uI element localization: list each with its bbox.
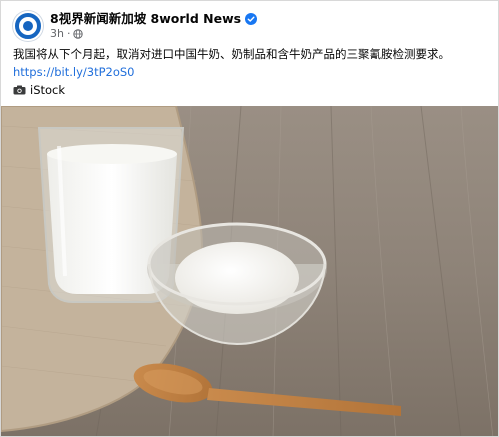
verified-badge-icon — [245, 12, 258, 25]
8world-logo-icon — [19, 17, 37, 35]
post-timestamp-row: 3h · — [50, 27, 257, 41]
camera-icon — [13, 85, 26, 95]
facebook-post: 8视界新闻新加坡 8world News 3h · 我国将从下个月起，取消对进口… — [0, 0, 499, 437]
post-header: 8视界新闻新加坡 8world News 3h · — [13, 9, 258, 43]
post-text: 我国将从下个月起，取消对进口中国牛奶、奶制品和含牛奶产品的三聚氰胺检测要求。 — [13, 47, 450, 61]
photo-credit: iStock — [13, 82, 65, 98]
post-link[interactable]: https://bit.ly/3tP2oS0 — [13, 64, 135, 80]
page-name-link[interactable]: 8视界新闻新加坡 8world News — [50, 11, 241, 26]
globe-icon[interactable] — [73, 29, 84, 39]
post-photo[interactable] — [1, 106, 498, 436]
post-meta: 8视界新闻新加坡 8world News 3h · — [50, 11, 258, 41]
meta-separator: · — [66, 27, 71, 40]
milk-powder-photo — [1, 106, 498, 436]
page-avatar[interactable] — [13, 11, 43, 41]
photo-credit-text: iStock — [30, 83, 66, 97]
page-name-row: 8视界新闻新加坡 8world News — [50, 11, 258, 26]
post-time[interactable]: 3h — [50, 27, 64, 41]
